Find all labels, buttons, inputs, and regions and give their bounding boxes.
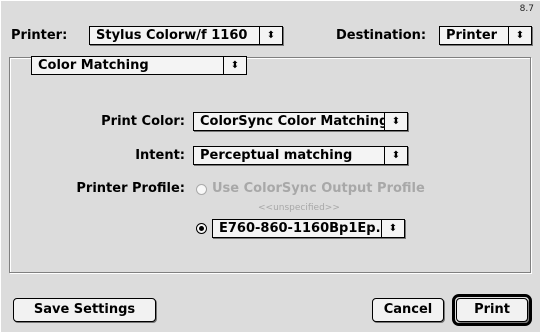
intent-popup[interactable]: Perceptual matching ⬍ xyxy=(193,146,408,165)
print-color-label: Print Color: xyxy=(101,114,185,129)
panel-popup[interactable]: Color Matching ⬍ xyxy=(31,56,247,75)
save-settings-button[interactable]: Save Settings xyxy=(13,298,156,322)
print-dialog: 8.7 Printer: Stylus Colorw/f 1160 ⬍ Dest… xyxy=(0,0,540,332)
custom-profile-popup-value: E760-860-1160Bp1Ep... xyxy=(219,221,391,236)
version-label: 8.7 xyxy=(519,4,534,14)
print-button[interactable]: Print xyxy=(456,298,528,322)
popup-arrows-icon: ⬍ xyxy=(259,27,282,44)
popup-arrows-icon: ⬍ xyxy=(384,113,407,130)
destination-popup[interactable]: Printer ⬍ xyxy=(439,26,532,45)
popup-arrows-icon: ⬍ xyxy=(223,57,246,74)
popup-arrows-icon: ⬍ xyxy=(381,220,404,237)
print-color-popup-value: ColorSync Color Matching xyxy=(200,114,389,129)
popup-arrows-icon: ⬍ xyxy=(384,147,407,164)
colorsync-profile-radio[interactable] xyxy=(196,184,207,195)
print-color-popup[interactable]: ColorSync Color Matching ⬍ xyxy=(193,112,408,131)
popup-arrows-icon: ⬍ xyxy=(508,27,531,44)
printer-popup-value: Stylus Colorw/f 1160 xyxy=(96,28,248,43)
cancel-button[interactable]: Cancel xyxy=(372,298,444,322)
custom-profile-radio[interactable] xyxy=(196,223,207,234)
printer-popup[interactable]: Stylus Colorw/f 1160 ⬍ xyxy=(89,26,283,45)
printer-label: Printer: xyxy=(11,28,68,43)
intent-popup-value: Perceptual matching xyxy=(200,148,353,163)
intent-label: Intent: xyxy=(135,148,185,163)
cancel-label: Cancel xyxy=(383,302,433,317)
print-label: Print xyxy=(474,302,510,317)
panel-popup-value: Color Matching xyxy=(38,58,149,73)
colorsync-profile-note: <<unspecified>> xyxy=(258,203,340,213)
save-settings-label: Save Settings xyxy=(33,302,136,317)
printer-profile-label: Printer Profile: xyxy=(76,181,185,196)
custom-profile-popup[interactable]: E760-860-1160Bp1Ep... ⬍ xyxy=(212,219,405,238)
colorsync-profile-option-label: Use ColorSync Output Profile xyxy=(212,181,425,196)
settings-group-box xyxy=(9,57,531,273)
destination-popup-value: Printer xyxy=(446,28,498,43)
destination-label: Destination: xyxy=(336,28,427,43)
